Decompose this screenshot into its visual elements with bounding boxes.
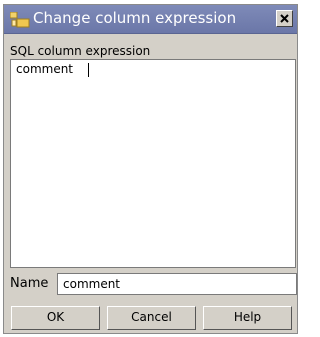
sql-expression-textarea[interactable]: comment [10,59,296,268]
text-caret [88,63,89,77]
change-column-expression-dialog: Change column expression SQL column expr… [3,4,298,334]
ok-button[interactable]: OK [11,306,100,330]
name-label: Name [10,276,49,291]
close-icon [280,14,289,23]
title-bar: Change column expression [4,5,297,34]
help-button[interactable]: Help [203,306,292,330]
sql-expression-text: comment [16,62,74,76]
cancel-button[interactable]: Cancel [107,306,196,330]
app-window-icon [9,11,30,28]
window-title: Change column expression [33,9,237,27]
sql-expression-label: SQL column expression [10,44,151,58]
close-button[interactable] [276,10,293,27]
name-input[interactable]: comment [57,273,297,295]
name-input-value: comment [63,277,121,291]
